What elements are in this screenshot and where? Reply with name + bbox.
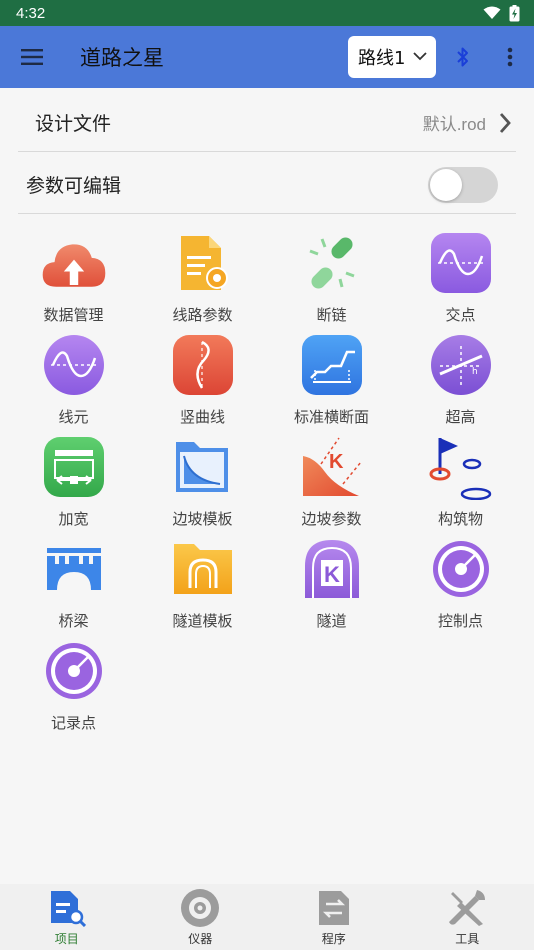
route-select[interactable]: 路线1: [348, 36, 436, 78]
menu-button[interactable]: [0, 26, 64, 88]
tile-tunnel[interactable]: K 隧道: [267, 536, 396, 638]
design-file-row[interactable]: 设计文件 默认.rod: [18, 94, 516, 152]
tile-label: 数据管理: [43, 306, 104, 324]
status-time: 4:32: [16, 4, 46, 22]
toggle-knob: [430, 168, 462, 201]
tile-label: 交点: [445, 306, 476, 324]
tile-label: 线元: [58, 408, 89, 426]
design-file-value: 默认.rod: [422, 115, 486, 134]
design-file-label: 设计文件: [35, 113, 112, 135]
nav-program[interactable]: 程序: [267, 884, 401, 950]
sine-wave-icon: [428, 230, 494, 296]
nav-label: 仪器: [188, 932, 213, 946]
svg-text:K: K: [329, 451, 344, 473]
svg-text:h: h: [472, 367, 478, 377]
route-select-value: 路线1: [358, 48, 406, 69]
widening-icon: [41, 434, 107, 500]
app-bar: 道路之星 路线1: [0, 26, 534, 88]
vertical-curve-icon: [170, 332, 236, 398]
tile-widening[interactable]: 加宽: [9, 434, 138, 536]
tools-icon: [447, 888, 487, 928]
svg-text:K: K: [324, 562, 340, 587]
nav-project[interactable]: 项目: [0, 884, 134, 950]
sine-wave-icon: [41, 332, 107, 398]
tunnel-k-icon: K: [299, 536, 365, 602]
superelevation-icon: h: [428, 332, 494, 398]
bridge-icon: [41, 536, 107, 602]
broken-link-icon: [299, 230, 365, 296]
bluetooth-icon: [457, 47, 468, 67]
tile-label: 加宽: [58, 510, 89, 528]
chevron-right-icon: [499, 112, 511, 133]
slope-folder-icon: [170, 434, 236, 500]
tile-slope-params[interactable]: K 边坡参数: [267, 434, 396, 536]
nav-label: 项目: [54, 932, 79, 946]
tile-label: 隧道: [316, 612, 347, 630]
bottom-nav: 项目 仪器 程序 工具: [0, 884, 534, 950]
editable-row: 参数可编辑: [18, 156, 516, 214]
tile-tunnel-template[interactable]: 隧道模板: [138, 536, 267, 638]
more-options-button[interactable]: [496, 41, 524, 73]
status-bar: 4:32: [0, 0, 534, 26]
tile-vertical-curve[interactable]: 竖曲线: [138, 332, 267, 434]
tunnel-folder-icon: [170, 536, 236, 602]
target-icon: [41, 638, 107, 704]
tile-route-params[interactable]: 线路参数: [138, 230, 267, 332]
feature-grid: 数据管理 线路参数 断链 交点 线元 竖曲线 标准横断面 h 超高 加宽 边坡模…: [9, 230, 525, 740]
tile-label: 隧道模板: [172, 612, 233, 630]
tile-label: 记录点: [50, 714, 96, 732]
nav-tools[interactable]: 工具: [401, 884, 534, 950]
app-title: 道路之星: [80, 46, 164, 70]
nav-label: 程序: [321, 932, 346, 946]
tile-label: 边坡模板: [172, 510, 233, 528]
hamburger-menu-icon: [21, 49, 43, 65]
cloud-upload-icon: [41, 230, 107, 296]
chevron-down-icon: [413, 52, 427, 61]
tile-label: 边坡参数: [301, 510, 362, 528]
tile-broken-chain[interactable]: 断链: [267, 230, 396, 332]
project-doc-icon: [47, 888, 87, 928]
target-icon: [428, 536, 494, 602]
tile-intersection[interactable]: 交点: [396, 230, 525, 332]
tile-label: 桥梁: [58, 612, 89, 630]
tile-superelevation[interactable]: h 超高: [396, 332, 525, 434]
program-icon: [314, 888, 354, 928]
tile-slope-template[interactable]: 边坡模板: [138, 434, 267, 536]
tile-label: 断链: [316, 306, 347, 324]
slope-k-icon: K: [299, 434, 365, 500]
status-icons: [483, 4, 520, 22]
tile-standard-cross-section[interactable]: 标准横断面: [267, 332, 396, 434]
tile-record-point[interactable]: 记录点: [9, 638, 138, 740]
more-vert-icon: [507, 47, 513, 67]
nav-label: 工具: [455, 932, 480, 946]
cross-section-icon: [299, 332, 365, 398]
document-gear-icon: [170, 230, 236, 296]
wifi-icon: [483, 6, 501, 19]
battery-icon: [509, 4, 520, 21]
bluetooth-button[interactable]: [448, 41, 478, 73]
tile-label: 线路参数: [172, 306, 233, 324]
nav-instrument[interactable]: 仪器: [134, 884, 268, 950]
tile-structure[interactable]: 构筑物: [396, 434, 525, 536]
tile-label: 标准横断面: [293, 408, 369, 426]
tile-bridge[interactable]: 桥梁: [9, 536, 138, 638]
editable-label: 参数可编辑: [26, 175, 122, 197]
flag-structure-icon: [428, 434, 494, 500]
tile-data-management[interactable]: 数据管理: [9, 230, 138, 332]
tile-control-point[interactable]: 控制点: [396, 536, 525, 638]
tile-line-element[interactable]: 线元: [9, 332, 138, 434]
tile-label: 控制点: [437, 612, 483, 630]
tile-label: 超高: [445, 408, 476, 426]
tile-label: 构筑物: [437, 510, 483, 528]
tile-label: 竖曲线: [179, 408, 225, 426]
editable-toggle[interactable]: [428, 166, 498, 203]
instrument-icon: [180, 888, 220, 928]
